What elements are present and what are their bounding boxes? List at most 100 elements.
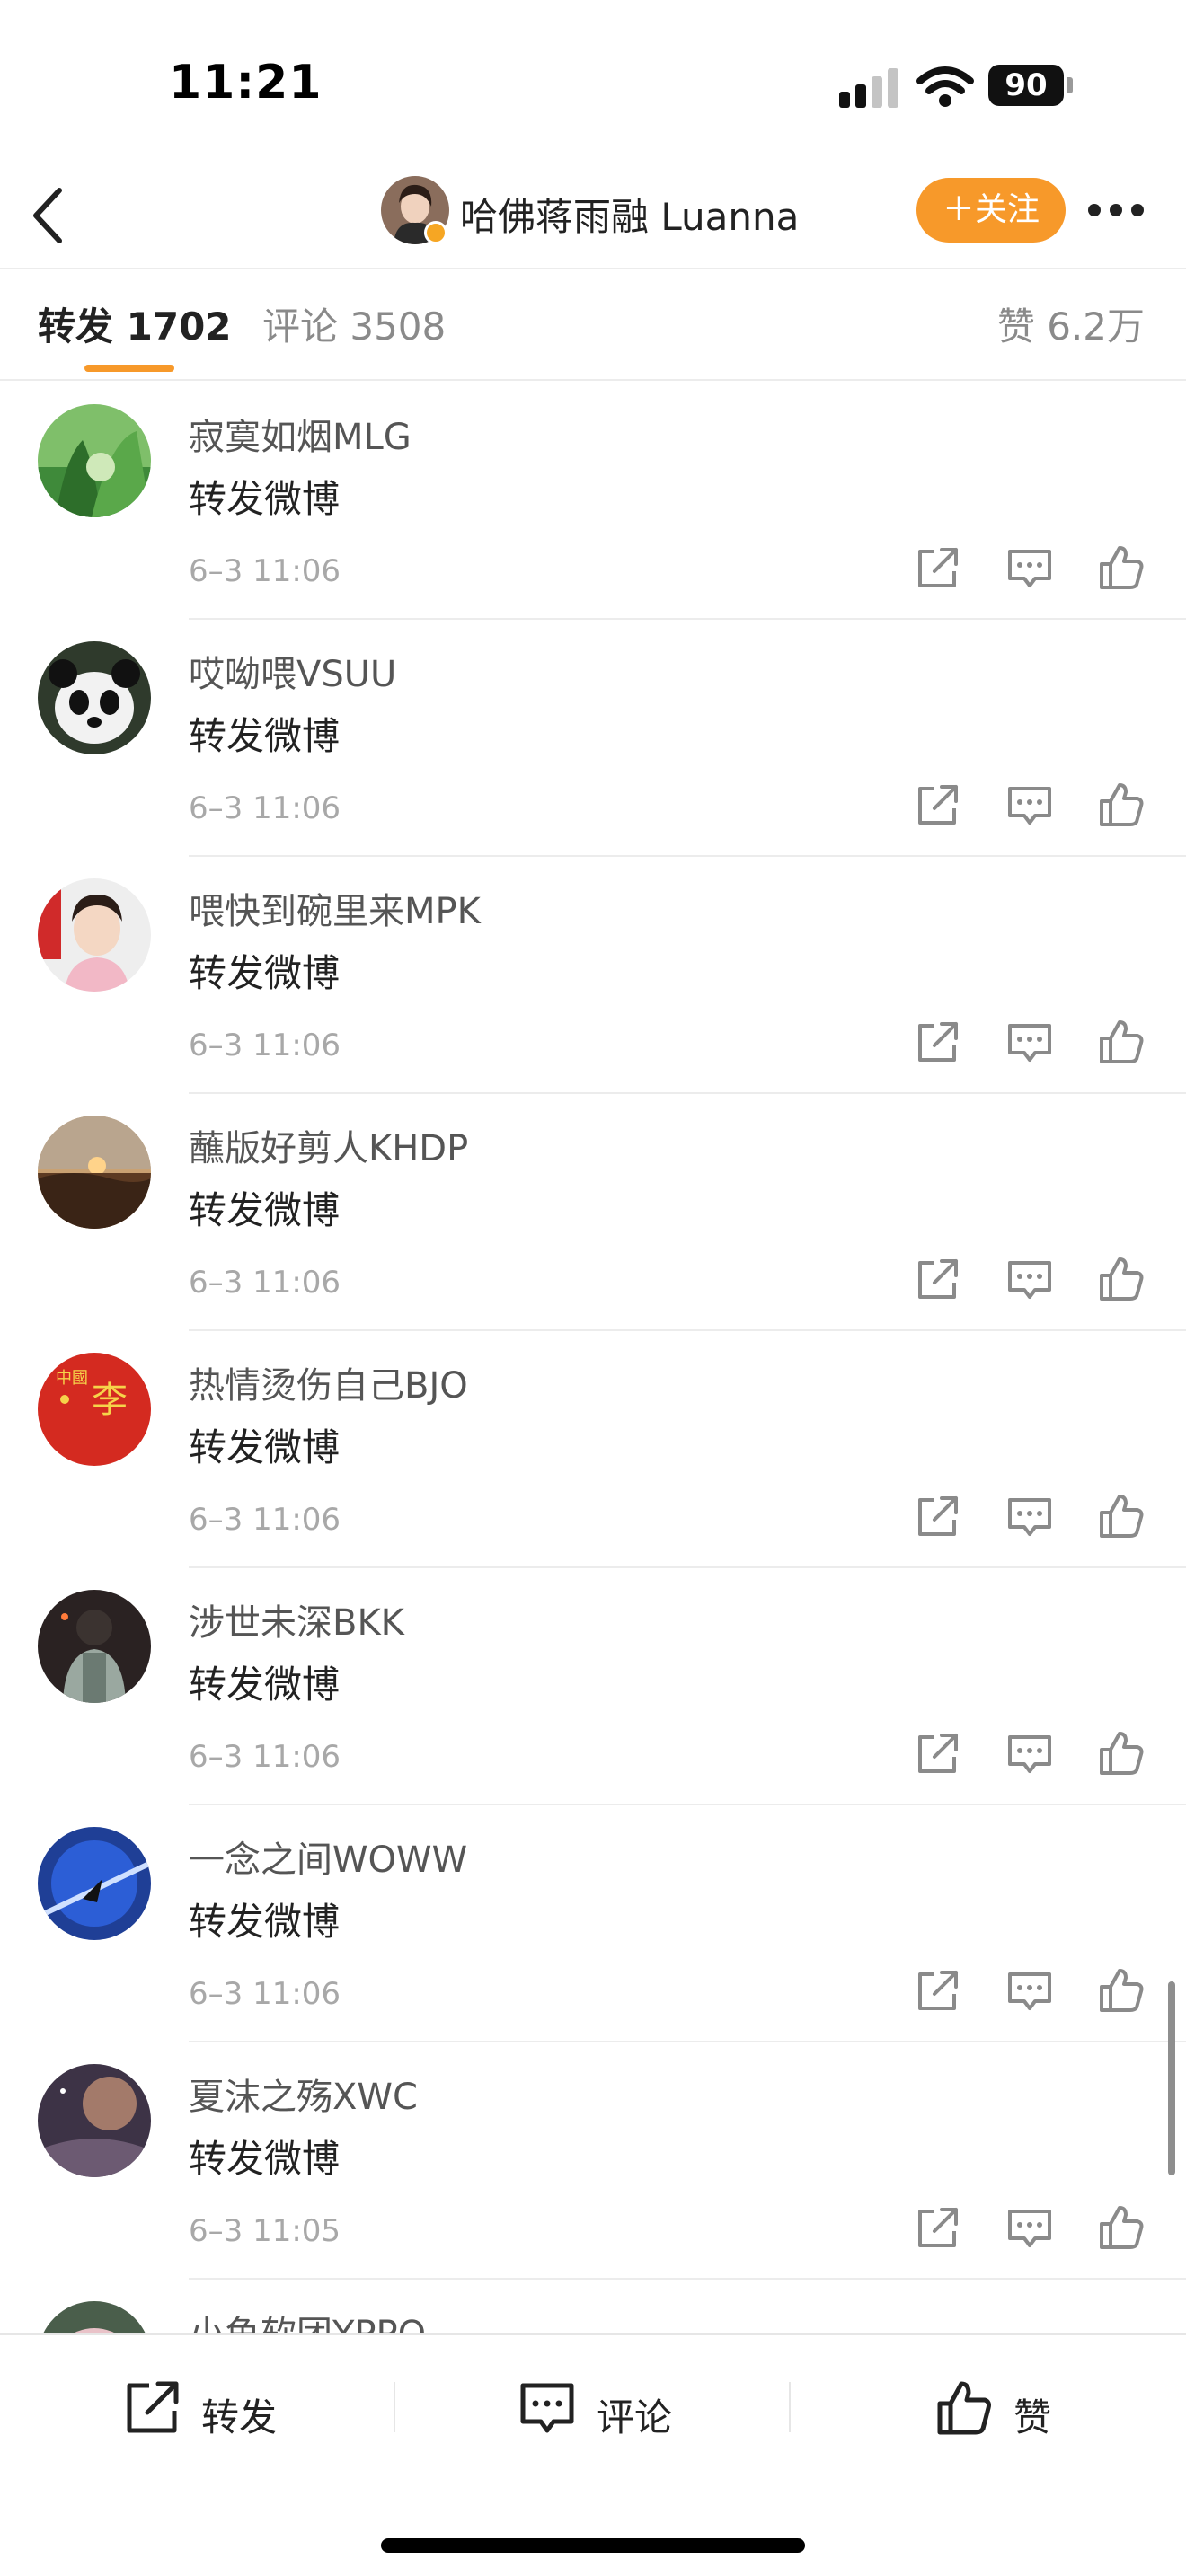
thumbs-up-icon[interactable] bbox=[1098, 2204, 1145, 2251]
repost-icon[interactable] bbox=[915, 1019, 961, 1065]
timestamp: 6–3 11:06 bbox=[189, 1502, 341, 1538]
avatar[interactable] bbox=[38, 878, 151, 992]
avatar[interactable]: 李中國 bbox=[38, 1353, 151, 1466]
comment-icon[interactable] bbox=[1006, 544, 1053, 591]
list-item[interactable]: 一念之间WOWW 转发微博 6–3 11:06 bbox=[0, 1805, 1186, 2042]
username[interactable]: 寂寞如烟MLG bbox=[189, 408, 412, 460]
timestamp: 6–3 11:05 bbox=[189, 2213, 341, 2249]
repost-text: 转发微博 bbox=[189, 477, 341, 521]
thumbs-up-icon[interactable] bbox=[1098, 1256, 1145, 1302]
repost-text: 转发微博 bbox=[189, 1188, 341, 1232]
list-item[interactable]: 李中國 热情烫伤自己BJO 转发微博 6–3 11:06 bbox=[0, 1331, 1186, 1568]
repost-icon bbox=[127, 2381, 179, 2433]
timestamp: 6–3 11:06 bbox=[189, 1028, 341, 1063]
comment-button[interactable]: 评论 bbox=[518, 2375, 697, 2441]
repost-icon[interactable] bbox=[915, 1967, 961, 2014]
username[interactable]: 喂快到碗里来MPK bbox=[189, 882, 481, 934]
timestamp: 6–3 11:06 bbox=[189, 790, 341, 826]
list-item[interactable]: 夏沫之殇XWC 转发微博 6–3 11:05 bbox=[0, 2042, 1186, 2280]
list-item[interactable]: 蘸版好剪人KHDP 转发微博 6–3 11:06 bbox=[0, 1094, 1186, 1331]
username[interactable]: 热情烫伤自己BJO bbox=[189, 1356, 468, 1408]
repost-icon[interactable] bbox=[915, 781, 961, 828]
tabs-bar: 转发 1702 评论 3508 赞 6.2万 bbox=[0, 269, 1186, 381]
timestamp: 6–3 11:06 bbox=[189, 1739, 341, 1775]
tab-reposts[interactable]: 转发 1702 bbox=[38, 296, 232, 351]
username[interactable]: 涉世未深BKK bbox=[189, 1593, 404, 1645]
comment-icon[interactable] bbox=[1006, 1019, 1053, 1065]
comment-icon[interactable] bbox=[1006, 1256, 1053, 1302]
username[interactable]: 一念之间WOWW bbox=[189, 1831, 467, 1883]
status-time: 11:21 bbox=[169, 56, 323, 110]
repost-text: 转发微博 bbox=[189, 951, 341, 995]
comment-label: 评论 bbox=[597, 2395, 673, 2439]
author-name[interactable]: 哈佛蒋雨融 Luanna bbox=[460, 187, 799, 242]
like-button[interactable]: 赞 bbox=[934, 2375, 1078, 2441]
avatar[interactable] bbox=[38, 2301, 151, 2333]
more-options-icon[interactable] bbox=[1085, 199, 1146, 221]
thumbs-up-icon[interactable] bbox=[1098, 1019, 1145, 1065]
timestamp: 6–3 11:06 bbox=[189, 1976, 341, 2012]
repost-text: 转发微博 bbox=[189, 714, 341, 758]
list-item[interactable]: 涉世未深BKK 转发微博 6–3 11:06 bbox=[0, 1568, 1186, 1805]
thumbs-up-icon bbox=[937, 2381, 991, 2435]
repost-text: 转发微博 bbox=[189, 2137, 341, 2181]
timestamp: 6–3 11:06 bbox=[189, 1265, 341, 1301]
avatar[interactable] bbox=[38, 1590, 151, 1703]
list-item[interactable]: 寂寞如烟MLG 转发微博 6–3 11:06 bbox=[0, 383, 1186, 620]
repost-text: 转发微博 bbox=[189, 1663, 341, 1707]
battery-indicator: 90 bbox=[988, 65, 1075, 106]
repost-list[interactable]: 寂寞如烟MLG 转发微博 6–3 11:06 哎呦喂VSUU 转发微博 6–3 11:06… bbox=[0, 383, 1186, 2333]
repost-label: 转发 bbox=[201, 2395, 278, 2439]
repost-text: 转发微博 bbox=[189, 1900, 341, 1944]
cellular-signal-icon bbox=[839, 68, 898, 108]
repost-icon[interactable] bbox=[915, 1730, 961, 1777]
tab-comments[interactable]: 评论 3508 bbox=[262, 296, 446, 351]
avatar[interactable] bbox=[38, 2064, 151, 2177]
home-indicator[interactable] bbox=[381, 2538, 805, 2553]
tab-likes[interactable]: 赞 6.2万 bbox=[997, 296, 1145, 351]
repost-icon[interactable] bbox=[915, 544, 961, 591]
repost-text: 转发微博 bbox=[189, 1425, 341, 1469]
comment-icon[interactable] bbox=[1006, 2204, 1053, 2251]
avatar[interactable] bbox=[38, 404, 151, 517]
timestamp: 6–3 11:06 bbox=[189, 553, 341, 589]
thumbs-up-icon[interactable] bbox=[1098, 1493, 1145, 1539]
comment-icon[interactable] bbox=[1006, 1493, 1053, 1539]
repost-icon[interactable] bbox=[915, 2204, 961, 2251]
battery-cap bbox=[1067, 77, 1073, 93]
back-arrow-icon[interactable] bbox=[27, 185, 70, 246]
nav-bar: 哈佛蒋雨融 Luanna ＋关注 bbox=[0, 162, 1186, 269]
status-bar: 11:21 90 bbox=[0, 0, 1186, 162]
username[interactable]: 蘸版好剪人KHDP bbox=[189, 1119, 468, 1171]
list-item[interactable]: 小鱼软团YPPQ bbox=[0, 2280, 1186, 2333]
like-label: 赞 bbox=[1013, 2395, 1052, 2439]
list-item[interactable]: 哎呦喂VSUU 转发微博 6–3 11:06 bbox=[0, 620, 1186, 857]
bottom-action-bar: 转发 评论 赞 bbox=[0, 2333, 1186, 2576]
wifi-icon bbox=[916, 66, 974, 107]
thumbs-up-icon[interactable] bbox=[1098, 1730, 1145, 1777]
username[interactable]: 哎呦喂VSUU bbox=[189, 645, 396, 697]
username[interactable]: 夏沫之殇XWC bbox=[189, 2068, 418, 2120]
comment-icon[interactable] bbox=[1006, 1967, 1053, 2014]
comment-icon[interactable] bbox=[1006, 1730, 1053, 1777]
follow-button[interactable]: ＋关注 bbox=[916, 178, 1066, 243]
active-tab-indicator bbox=[84, 365, 174, 372]
scrollbar[interactable] bbox=[1168, 1981, 1175, 2175]
comment-icon[interactable] bbox=[1006, 781, 1053, 828]
comment-icon bbox=[520, 2383, 574, 2433]
thumbs-up-icon[interactable] bbox=[1098, 544, 1145, 591]
repost-icon[interactable] bbox=[915, 1493, 961, 1539]
avatar[interactable] bbox=[38, 1827, 151, 1940]
divider bbox=[394, 2382, 395, 2432]
username[interactable]: 小鱼软团YPPQ bbox=[189, 2305, 426, 2333]
repost-button[interactable]: 转发 bbox=[122, 2375, 302, 2441]
thumbs-up-icon[interactable] bbox=[1098, 1967, 1145, 2014]
list-item[interactable]: 喂快到碗里来MPK 转发微博 6–3 11:06 bbox=[0, 857, 1186, 1094]
divider bbox=[789, 2382, 791, 2432]
avatar[interactable] bbox=[38, 641, 151, 754]
repost-icon[interactable] bbox=[915, 1256, 961, 1302]
avatar[interactable] bbox=[38, 1116, 151, 1229]
thumbs-up-icon[interactable] bbox=[1098, 781, 1145, 828]
battery-level: 90 bbox=[988, 65, 1064, 106]
verified-badge-icon bbox=[424, 221, 447, 244]
